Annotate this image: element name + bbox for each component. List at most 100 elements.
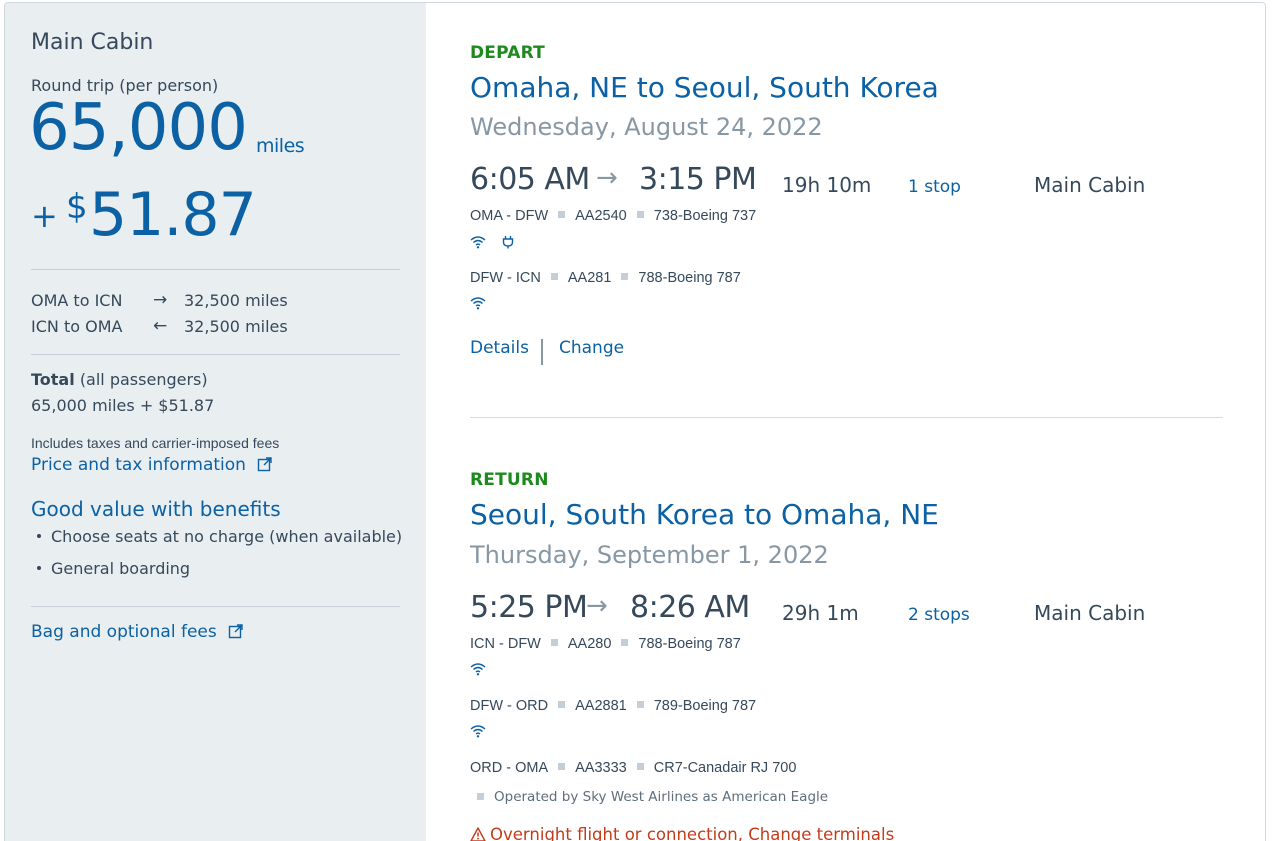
price-tax-info-link[interactable]: Price and tax information — [31, 455, 273, 477]
bag-fees-link[interactable]: Bag and optional fees — [31, 622, 244, 644]
external-link-icon — [257, 456, 273, 477]
arrow-right-icon: → — [586, 591, 608, 621]
return-departure-time: 5:25 PM — [470, 590, 588, 625]
benefit-item: General boarding — [37, 559, 190, 578]
segment-amenities — [470, 723, 496, 739]
depart-date: Wednesday, August 24, 2022 — [470, 113, 823, 141]
currency-symbol: $ — [66, 187, 88, 227]
separator-icon — [477, 793, 484, 800]
bag-fees-label: Bag and optional fees — [31, 622, 217, 642]
segment-flight: AA281 — [567, 270, 612, 286]
wifi-icon — [470, 295, 486, 314]
details-link[interactable]: Details — [470, 338, 529, 358]
arrow-right-icon: → — [596, 163, 618, 193]
segment-route: DFW - ICN — [470, 270, 541, 286]
segment-route: ORD - OMA — [470, 760, 549, 776]
bullet-icon — [37, 566, 41, 570]
arrow-left-icon: ← — [153, 316, 168, 336]
itinerary-panel: DEPART Omaha, NE to Seoul, South Korea W… — [426, 3, 1265, 841]
external-link-icon — [228, 623, 244, 644]
benefit-item: Choose seats at no charge (when availabl… — [37, 527, 402, 546]
return-cabin: Main Cabin — [1034, 601, 1146, 625]
total-label: Total (all passengers) — [31, 370, 208, 389]
segment-amenities — [470, 661, 496, 677]
flight-segment: DFW - ICN AA281 788-Boeing 787 — [470, 270, 741, 286]
overnight-warning: Overnight flight or connection, Change t… — [470, 825, 894, 841]
benefits-title: Good value with benefits — [31, 497, 281, 521]
change-link[interactable]: Change — [559, 338, 624, 358]
return-label: RETURN — [470, 470, 549, 490]
separator-icon — [621, 273, 629, 280]
arrow-right-icon: → — [153, 290, 168, 310]
segment-aircraft: 788-Boeing 787 — [638, 636, 741, 652]
separator-icon — [636, 763, 644, 770]
return-arrival-time: 8:26 AM — [630, 590, 750, 625]
segment-amenities — [470, 295, 496, 311]
segment-amenities — [470, 234, 525, 250]
separator-icon — [636, 211, 644, 218]
summary-divider — [31, 269, 400, 270]
depart-duration: 19h 10m — [782, 173, 872, 197]
depart-label: DEPART — [470, 43, 545, 63]
segment-flight: AA3333 — [575, 760, 627, 776]
segment-route: DFW - ORD — [470, 698, 549, 714]
wifi-icon — [470, 234, 486, 253]
separator-icon — [550, 273, 558, 280]
return-date: Thursday, September 1, 2022 — [470, 541, 829, 569]
bullet-icon — [37, 534, 41, 538]
separator-icon — [558, 701, 566, 708]
power-icon — [501, 234, 515, 253]
segment-aircraft: CR7-Canadair RJ 700 — [653, 760, 797, 776]
warning-icon — [470, 827, 486, 841]
cabin-title: Main Cabin — [31, 30, 154, 55]
leg-label: ICN to OMA — [31, 317, 123, 336]
leg-label: OMA to ICN — [31, 291, 123, 310]
total-heading: Total — [31, 370, 75, 389]
price-tax-info-label: Price and tax information — [31, 455, 246, 475]
benefit-text: Choose seats at no charge (when availabl… — [51, 527, 403, 546]
depart-route-title: Omaha, NE to Seoul, South Korea — [470, 71, 939, 104]
flight-segment: ORD - OMA AA3333 CR7-Canadair RJ 700 — [470, 760, 796, 776]
section-divider — [470, 417, 1223, 418]
fees-note: Includes taxes and carrier-imposed fees — [31, 435, 280, 451]
leg-miles: 32,500 miles — [184, 291, 288, 310]
depart-arrival-time: 3:15 PM — [639, 162, 757, 197]
total-value: 65,000 miles + $51.87 — [31, 396, 215, 415]
segment-route: OMA - DFW — [470, 208, 549, 224]
depart-stops-link[interactable]: 1 stop — [908, 177, 961, 197]
flight-segment: DFW - ORD AA2881 789-Boeing 787 — [470, 698, 756, 714]
segment-aircraft: 789-Boeing 787 — [653, 698, 757, 714]
cash-amount: 51.87 — [89, 180, 257, 250]
separator-icon — [636, 701, 644, 708]
warning-text: Overnight flight or connection, Change t… — [490, 825, 895, 841]
summary-divider — [31, 354, 400, 355]
price-summary-panel: Main Cabin Round trip (per person) 65,00… — [5, 3, 426, 841]
miles-unit: miles — [256, 135, 305, 157]
separator-icon — [550, 639, 558, 646]
separator-icon — [558, 211, 566, 218]
operated-by-text: Operated by Sky West Airlines as America… — [494, 789, 829, 805]
return-duration: 29h 1m — [782, 601, 859, 625]
operated-by-note: Operated by Sky West Airlines as America… — [477, 789, 828, 805]
return-stops-link[interactable]: 2 stops — [908, 605, 970, 625]
separator-icon — [558, 763, 566, 770]
flight-segment: ICN - DFW AA280 788-Boeing 787 — [470, 636, 741, 652]
depart-departure-time: 6:05 AM — [470, 162, 590, 197]
segment-route: ICN - DFW — [470, 636, 541, 652]
summary-divider — [31, 606, 400, 607]
total-suffix: (all passengers) — [79, 370, 208, 389]
trip-summary-card: Main Cabin Round trip (per person) 65,00… — [4, 2, 1266, 841]
segment-flight: AA2881 — [575, 698, 627, 714]
flight-segment: OMA - DFW AA2540 738-Boeing 737 — [470, 208, 756, 224]
benefit-text: General boarding — [51, 559, 191, 578]
segment-flight: AA2540 — [575, 208, 627, 224]
segment-aircraft: 788-Boeing 787 — [638, 270, 741, 286]
wifi-icon — [470, 723, 486, 742]
return-route-title: Seoul, South Korea to Omaha, NE — [470, 498, 939, 531]
plus-sign: + — [31, 197, 58, 235]
depart-cabin: Main Cabin — [1034, 173, 1146, 197]
leg-miles: 32,500 miles — [184, 317, 288, 336]
miles-price: 65,000 — [29, 91, 248, 165]
link-divider — [541, 339, 543, 365]
segment-flight: AA280 — [567, 636, 612, 652]
